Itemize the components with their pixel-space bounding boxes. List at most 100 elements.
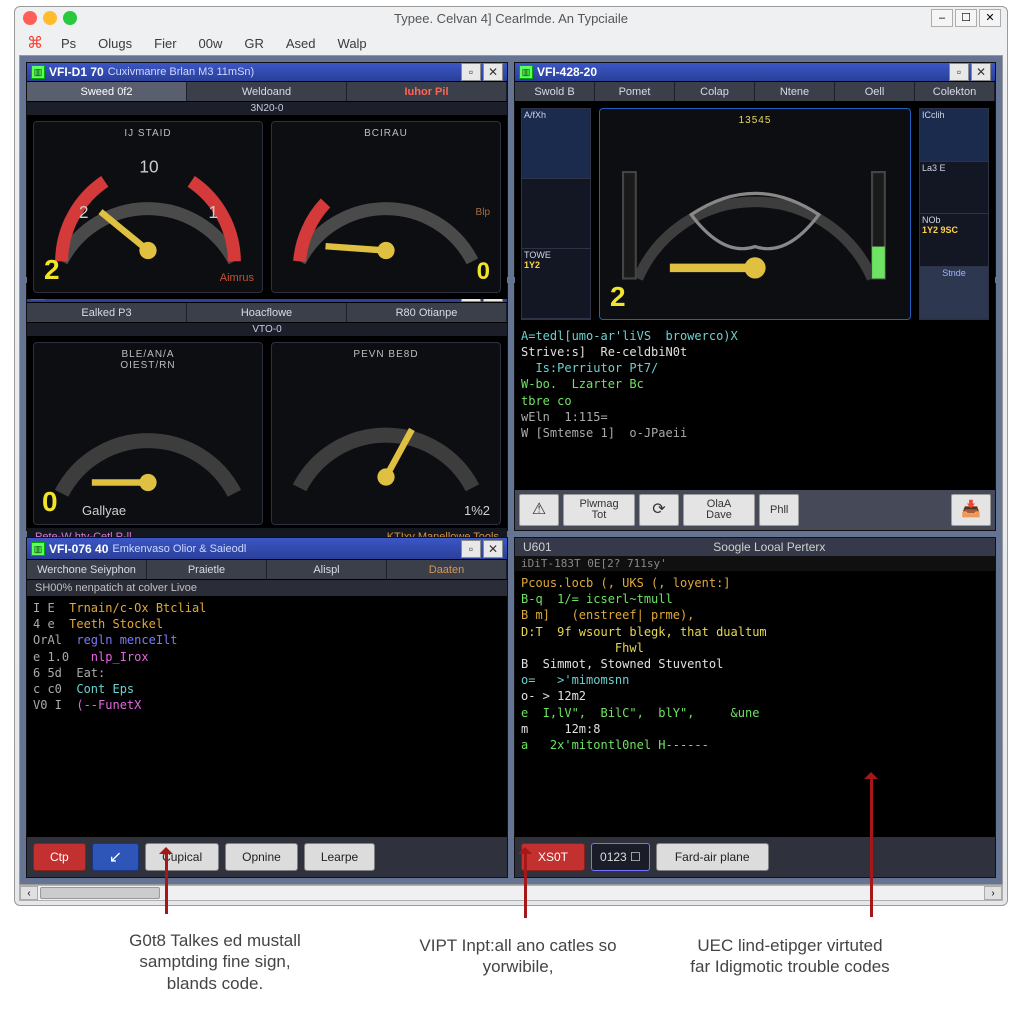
sw3-tab-praietle[interactable]: Praietle — [147, 560, 267, 579]
opnine-button[interactable]: Opnine — [225, 843, 298, 871]
digits-button[interactable]: 0123 ☐ — [591, 843, 650, 871]
traffic-lights[interactable] — [23, 11, 77, 25]
subwindow-vfi428: ▥ VFI-428-20 ▫ ✕ Swold B Pomet Colap Nte… — [514, 62, 996, 277]
subwindow-vfid1: ▥ VFI-D1 70 Cuxivmanre Brlan M3 11mSn) ▫… — [26, 62, 508, 277]
sw1-close-button[interactable]: ✕ — [483, 63, 503, 81]
sw1-tab-sweed[interactable]: Sweed 0f2 — [27, 82, 187, 101]
sw4-tab-oell[interactable]: Oell — [835, 82, 915, 101]
sw3-tab-daaten[interactable]: Daaten — [387, 560, 507, 579]
ctp-button[interactable]: Ctp — [33, 843, 86, 871]
svg-text:2: 2 — [79, 202, 89, 222]
subwindow-icon: ▥ — [31, 65, 45, 79]
refresh-button[interactable]: ⟳ — [639, 494, 679, 526]
app-menu-icon[interactable]: ⌘ — [21, 33, 49, 53]
scroll-right-button[interactable]: › — [984, 886, 1002, 900]
menu-fier[interactable]: Fier — [144, 34, 186, 53]
gauge-pevn-label: PEVN BE8D — [353, 349, 418, 360]
sw4-close-button[interactable]: ✕ — [971, 63, 991, 81]
sw4-right-sidebar: ICclih La3 E NOb1Y2 9SC Stnde — [919, 108, 989, 320]
subwindow-icon: ▥ — [31, 542, 45, 556]
gauge-bcirau-value: 0 — [477, 258, 490, 286]
sw4-tab-colekton[interactable]: Colekton — [915, 82, 995, 101]
plwmag-button[interactable]: Plwmag Tot — [563, 494, 635, 526]
gauge-bcirau-label: BCIRAU — [364, 128, 408, 139]
cell-iccolih: ICclih — [920, 109, 988, 162]
sw3-close-button[interactable]: ✕ — [483, 540, 503, 558]
subwindow-vfi076: ▥ VFI-076 40 Emkenvaso Olior & Saieodl ▫… — [26, 537, 508, 878]
sw1-badge: 3N20-0 — [27, 102, 507, 115]
cell-blank — [522, 179, 590, 249]
sw1-tab-weldoand[interactable]: Weldoand — [187, 82, 347, 101]
sw4-tab-ntene[interactable]: Ntene — [755, 82, 835, 101]
stnde-button[interactable]: Stnde — [920, 267, 988, 320]
sw3-tab-alispl[interactable]: Alispl — [267, 560, 387, 579]
sw2-tab-hoacflowe[interactable]: Hoacflowe — [187, 303, 347, 322]
subwindow-icon: ▥ — [519, 65, 533, 79]
fard-air-plane-button[interactable]: Fard-air plane — [656, 843, 769, 871]
gauge-istaid-value: 2 — [44, 254, 60, 286]
svg-text:10: 10 — [139, 157, 158, 177]
gauge-main-value: 2 — [610, 281, 626, 313]
gauge-istaid-label: IJ STAID — [124, 128, 171, 139]
gauge-pevn: PEVN BE8D 1%2 — [271, 342, 501, 525]
sw4-left-sidebar: A/fXh TOWE1Y2 — [521, 108, 591, 320]
gauge-istaid-unit: Aimrus — [220, 272, 254, 284]
arrow-button[interactable]: ↙ — [92, 843, 139, 871]
sw5-toolbar: ⚠ Plwmag Tot ⟳ OlaA Dave Phll 📥 — [515, 489, 995, 530]
sw1-restore-button[interactable]: ▫ — [461, 63, 481, 81]
inbox-button[interactable]: 📥 — [951, 494, 991, 526]
sw2-tab-ealked[interactable]: Ealked P3 — [27, 303, 187, 322]
sw3-subtitle: Emkenvaso Olior & Saieodl — [112, 543, 246, 555]
gauge-bleana-label: BLE/AN/A OIEST/RN — [120, 349, 175, 371]
close-button[interactable]: ✕ — [979, 9, 1001, 27]
cell-la3e: La3 E — [920, 162, 988, 215]
menu-gr[interactable]: GR — [234, 34, 274, 53]
sw2-badge: VTO-0 — [27, 323, 507, 336]
scroll-left-button[interactable]: ‹ — [20, 886, 38, 900]
learpe-button[interactable]: Learpe — [304, 843, 375, 871]
sw3-rows-header: SH00% nenpatich at colver Livoe — [27, 580, 507, 596]
sw3-tab-werchone[interactable]: Werchone Seiyphon — [27, 560, 147, 579]
sw5-terminal: S0II5/1NQ.181-C28:52/1T20M...:iii iii:::… — [515, 304, 995, 489]
phll-button[interactable]: Phll — [759, 494, 799, 526]
sw6-subhead: iDiT-183T 0E[2? 711sy' — [515, 556, 995, 571]
maximize-button[interactable]: ☐ — [955, 9, 977, 27]
gauge-pevn-sub: 1%2 — [464, 503, 490, 518]
sw4-tab-colap[interactable]: Colap — [675, 82, 755, 101]
olaa-button[interactable]: OlaA Dave — [683, 494, 755, 526]
menu-ps[interactable]: Ps — [51, 34, 86, 53]
sw1-title: VFI-D1 70 — [49, 65, 104, 79]
annotation-caption: G0t8 Talkes ed mustall samptding fine si… — [65, 930, 365, 994]
sw6-title: Soogle Looal Perterx — [552, 540, 987, 554]
menu-walp[interactable]: Walp — [328, 34, 377, 53]
menu-ased[interactable]: Ased — [276, 34, 326, 53]
annotation-arrow — [524, 850, 527, 918]
sw1-subtitle: Cuxivmanre Brlan M3 11mSn) — [108, 66, 255, 78]
window-titlebar: Typee. Celvan 4] Cearlmde. An Typciaile … — [15, 7, 1007, 31]
gauge-bleana-value: 0 — [42, 486, 58, 518]
cell-afxh: A/fXh — [522, 109, 590, 179]
minimize-button[interactable]: – — [931, 9, 953, 27]
gauge-istaid: IJ STAID 2 10 1 2 — [33, 121, 263, 293]
cupical-button[interactable]: Cupical — [145, 843, 219, 871]
sw4-tab-swold[interactable]: Swold B — [515, 82, 595, 101]
gauge-bleana-sub: Gallyae — [82, 503, 126, 518]
scroll-thumb[interactable] — [40, 887, 160, 899]
annotation-caption: UEC lind-etipger virtuted far Idigmotic … — [640, 935, 940, 978]
annotation-arrow — [165, 850, 168, 914]
sw4-restore-button[interactable]: ▫ — [949, 63, 969, 81]
svg-text:1: 1 — [208, 202, 218, 222]
sw4-tab-pomet[interactable]: Pomet — [595, 82, 675, 101]
menu-00w[interactable]: 00w — [189, 34, 233, 53]
main-window: Typee. Celvan 4] Cearlmde. An Typciaile … — [14, 6, 1008, 906]
cell-nob: NOb1Y2 9SC — [920, 214, 988, 267]
menu-olugs[interactable]: Olugs — [88, 34, 142, 53]
sw3-restore-button[interactable]: ▫ — [461, 540, 481, 558]
menubar: ⌘ Ps Olugs Fier 00w GR Ased Walp — [15, 31, 1007, 55]
subwindow-soogle: U601 Soogle Looal Perterx iDiT-183T 0E[2… — [514, 537, 996, 878]
gauge-main-label: 13545 — [739, 115, 772, 126]
subwindow-nit028: ▥ NIT-028 2D Inullmnoure Hlorgie & Elamp… — [26, 283, 508, 531]
warn-button[interactable]: ⚠ — [519, 494, 559, 526]
sw1-tab-iuhor[interactable]: Iuhor Pil — [347, 82, 507, 101]
sw2-tab-otianpe[interactable]: R80 Otianpe — [347, 303, 507, 322]
